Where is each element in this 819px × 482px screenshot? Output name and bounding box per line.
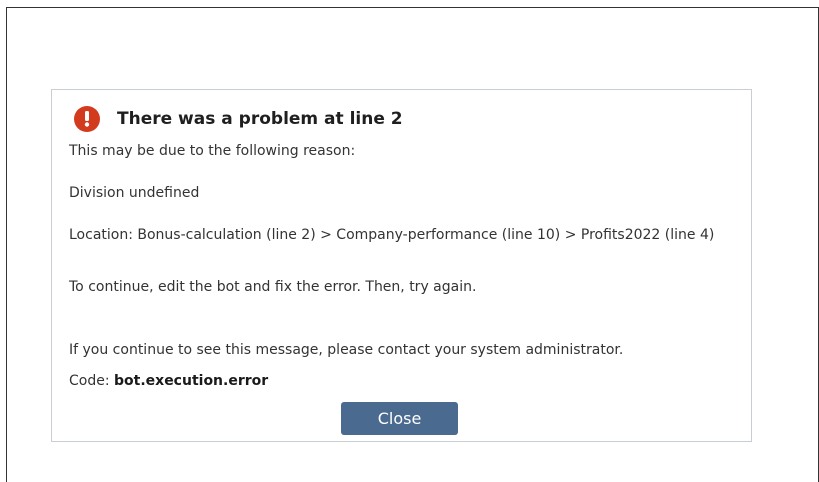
error-code-value: bot.execution.error xyxy=(114,373,269,389)
reason-intro-text: This may be due to the following reason: xyxy=(69,143,356,159)
error-code: Code: bot.execution.error xyxy=(69,373,268,389)
instruction-text: To continue, edit the bot and fix the er… xyxy=(69,279,477,295)
error-code-label: Code: xyxy=(69,373,115,389)
close-button[interactable]: Close xyxy=(341,402,458,435)
dialog-header: There was a problem at line 2 xyxy=(74,106,403,132)
exclamation-circle-icon xyxy=(74,106,100,132)
app-window: There was a problem at line 2 This may b… xyxy=(6,7,819,482)
error-location-text: Location: Bonus-calculation (line 2) > C… xyxy=(69,227,715,243)
error-reason-text: Division undefined xyxy=(69,185,200,201)
contact-admin-text: If you continue to see this message, ple… xyxy=(69,342,624,358)
dialog-title: There was a problem at line 2 xyxy=(117,109,403,129)
error-dialog: There was a problem at line 2 This may b… xyxy=(51,89,752,442)
